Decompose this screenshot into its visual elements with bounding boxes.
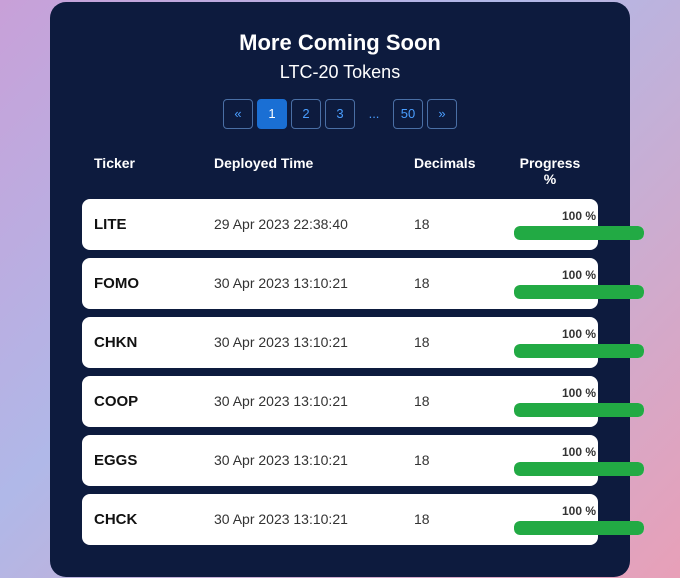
token-decimals: 18 xyxy=(414,393,514,409)
progress-bar-bg xyxy=(514,344,644,358)
table-row[interactable]: CHKN 30 Apr 2023 13:10:21 18 100 % xyxy=(82,317,598,368)
table-body: LITE 29 Apr 2023 22:38:40 18 100 % FOMO … xyxy=(82,199,598,545)
page-3-button[interactable]: 3 xyxy=(325,99,355,129)
progress-label: 100 % xyxy=(562,504,596,518)
page-50-button[interactable]: 50 xyxy=(393,99,423,129)
progress-bar-fill xyxy=(514,462,644,476)
progress-bar-bg xyxy=(514,226,644,240)
progress-col: 100 % xyxy=(514,209,644,240)
table-row[interactable]: COOP 30 Apr 2023 13:10:21 18 100 % xyxy=(82,376,598,427)
page-2-button[interactable]: 2 xyxy=(291,99,321,129)
progress-bar-fill xyxy=(514,226,644,240)
progress-label: 100 % xyxy=(562,445,596,459)
page-1-button[interactable]: 1 xyxy=(257,99,287,129)
progress-col: 100 % xyxy=(514,268,644,299)
token-decimals: 18 xyxy=(414,334,514,350)
progress-label: 100 % xyxy=(562,386,596,400)
pagination: « 1 2 3 ... 50 » xyxy=(82,99,598,129)
prev-page-button[interactable]: « xyxy=(223,99,253,129)
token-ticker: CHKN xyxy=(94,334,214,351)
token-decimals: 18 xyxy=(414,275,514,291)
progress-col: 100 % xyxy=(514,327,644,358)
token-deployed-time: 30 Apr 2023 13:10:21 xyxy=(214,452,414,468)
token-ticker: FOMO xyxy=(94,275,214,292)
col-progress: Progress % xyxy=(514,155,586,187)
token-ticker: LITE xyxy=(94,216,214,233)
page-dots: ... xyxy=(359,99,389,129)
token-ticker: CHCK xyxy=(94,511,214,528)
col-ticker: Ticker xyxy=(94,155,214,187)
progress-bar-fill xyxy=(514,285,644,299)
col-deployed-time: Deployed Time xyxy=(214,155,414,187)
next-page-button[interactable]: » xyxy=(427,99,457,129)
progress-col: 100 % xyxy=(514,386,644,417)
token-ticker: EGGS xyxy=(94,452,214,469)
col-decimals: Decimals xyxy=(414,155,514,187)
progress-col: 100 % xyxy=(514,445,644,476)
token-decimals: 18 xyxy=(414,216,514,232)
progress-bar-bg xyxy=(514,403,644,417)
main-title: More Coming Soon xyxy=(82,30,598,56)
progress-label: 100 % xyxy=(562,327,596,341)
progress-bar-fill xyxy=(514,521,644,535)
token-ticker: COOP xyxy=(94,393,214,410)
sub-title: LTC-20 Tokens xyxy=(82,62,598,83)
token-deployed-time: 30 Apr 2023 13:10:21 xyxy=(214,275,414,291)
progress-label: 100 % xyxy=(562,209,596,223)
token-deployed-time: 30 Apr 2023 13:10:21 xyxy=(214,511,414,527)
table-row[interactable]: FOMO 30 Apr 2023 13:10:21 18 100 % xyxy=(82,258,598,309)
token-deployed-time: 30 Apr 2023 13:10:21 xyxy=(214,334,414,350)
progress-bar-bg xyxy=(514,285,644,299)
table-header: Ticker Deployed Time Decimals Progress % xyxy=(82,149,598,193)
token-decimals: 18 xyxy=(414,511,514,527)
progress-bar-bg xyxy=(514,521,644,535)
main-card: More Coming Soon LTC-20 Tokens « 1 2 3 .… xyxy=(50,2,630,577)
progress-label: 100 % xyxy=(562,268,596,282)
progress-bar-fill xyxy=(514,403,644,417)
table-row[interactable]: EGGS 30 Apr 2023 13:10:21 18 100 % xyxy=(82,435,598,486)
table-row[interactable]: CHCK 30 Apr 2023 13:10:21 18 100 % xyxy=(82,494,598,545)
progress-bar-bg xyxy=(514,462,644,476)
progress-col: 100 % xyxy=(514,504,644,535)
table-row[interactable]: LITE 29 Apr 2023 22:38:40 18 100 % xyxy=(82,199,598,250)
token-decimals: 18 xyxy=(414,452,514,468)
token-deployed-time: 30 Apr 2023 13:10:21 xyxy=(214,393,414,409)
token-deployed-time: 29 Apr 2023 22:38:40 xyxy=(214,216,414,232)
progress-bar-fill xyxy=(514,344,644,358)
